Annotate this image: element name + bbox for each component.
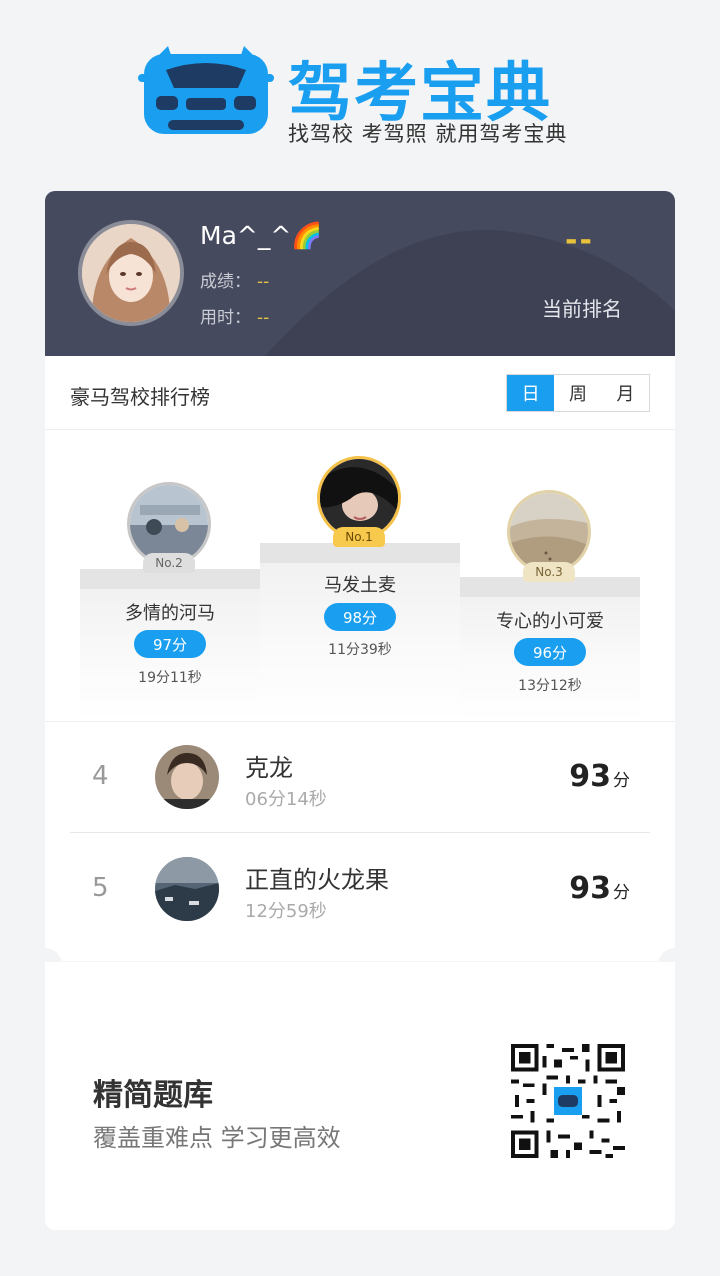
user-time-label: 用时：	[200, 308, 251, 328]
list-name: 克龙	[245, 754, 293, 782]
podium-time-first: 11分39秒	[328, 642, 392, 658]
list-score-value: 93	[569, 759, 611, 794]
user-banner: Ma^_^🌈 成绩： -- 用时： -- -- 当前排名	[45, 191, 675, 356]
podium-name-third: 专心的小可爱	[496, 611, 604, 632]
podium-tag-second: No.2	[143, 553, 195, 573]
promo-subtitle: 覆盖重难点 学习更高效	[93, 1124, 341, 1152]
user-time-value: --	[257, 308, 270, 328]
brand-slogan: 找驾校 考驾照 就用驾考宝典	[288, 122, 568, 146]
podium-time-third: 13分12秒	[518, 678, 582, 694]
user-score-value: --	[257, 272, 270, 292]
current-rank-label: 当前排名	[542, 297, 622, 321]
list-score: 93 分	[569, 759, 630, 794]
podium-score-second: 97分	[134, 630, 206, 658]
ranking-card: Ma^_^🌈 成绩： -- 用时： -- -- 当前排名 豪马驾校排行榜 日 周 月	[45, 191, 675, 961]
qr-code-icon[interactable]	[511, 1044, 625, 1158]
brand-header: 驾考宝典 找驾校 考驾照 就用驾考宝典	[138, 44, 598, 146]
list-avatar	[155, 857, 219, 921]
podium-time-second: 19分11秒	[138, 670, 202, 686]
user-score-label: 成绩：	[200, 272, 251, 292]
podium-block-first	[260, 543, 460, 721]
list-score-unit: 分	[613, 883, 630, 903]
podium-score-third: 96分	[514, 638, 586, 666]
list-item[interactable]: 4 克龙 06分14秒 93 分	[70, 721, 650, 833]
podium-tag-first: No.1	[333, 527, 385, 547]
period-switcher: 日 周 月	[506, 374, 650, 412]
podium-name-second: 多情的河马	[125, 603, 215, 624]
list-rank: 5	[92, 873, 109, 903]
current-rank-value: --	[565, 223, 594, 258]
list-score-unit: 分	[613, 771, 630, 791]
tab-day[interactable]: 日	[507, 375, 555, 411]
promo-title: 精简题库	[93, 1078, 213, 1113]
podium-tag-third: No.3	[523, 562, 575, 582]
board-title: 豪马驾校排行榜	[70, 385, 210, 409]
user-score: 成绩： --	[200, 267, 269, 292]
tab-month[interactable]: 月	[602, 375, 649, 411]
car-logo-icon	[138, 46, 274, 134]
tab-week[interactable]: 周	[554, 375, 601, 411]
list-avatar	[155, 745, 219, 809]
list-name: 正直的火龙果	[245, 866, 389, 894]
promo-card: 精简题库 覆盖重难点 学习更高效	[45, 962, 675, 1230]
list-item[interactable]: 5 正直的火龙果 12分59秒 93 分	[70, 833, 650, 945]
podium-score-first: 98分	[324, 603, 396, 631]
podium: No.2 多情的河马 97分 19分11秒 No.1 马发土麦 98分 11分3…	[45, 431, 675, 721]
list-score-value: 93	[569, 871, 611, 906]
list-time: 12分59秒	[245, 901, 327, 922]
user-avatar[interactable]	[78, 220, 184, 326]
list-rank: 4	[92, 761, 109, 791]
list-time: 06分14秒	[245, 789, 327, 810]
user-time: 用时： --	[200, 303, 269, 328]
podium-name-first: 马发土麦	[324, 575, 396, 596]
board-header: 豪马驾校排行榜 日 周 月	[45, 356, 675, 430]
user-name: Ma^_^🌈	[200, 221, 323, 250]
list-score: 93 分	[569, 871, 630, 906]
